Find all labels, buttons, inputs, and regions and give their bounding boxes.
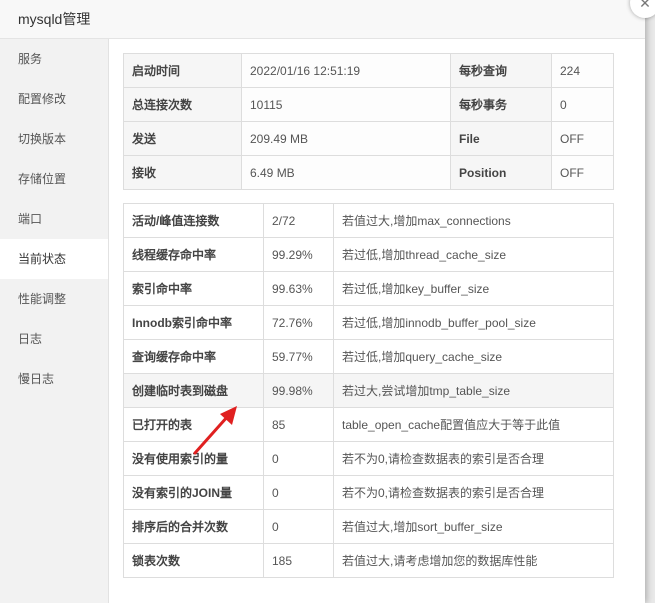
status-value: 99.29% — [263, 237, 334, 272]
status-value: 99.98% — [263, 373, 334, 408]
table-row: 查询缓存命中率 59.77% 若过低,增加query_cache_size — [123, 339, 614, 374]
status-tip: 若过低,增加innodb_buffer_pool_size — [333, 305, 614, 340]
sidebar-item-service[interactable]: 服务 — [0, 39, 108, 79]
summary-value: 224 — [551, 53, 614, 88]
status-value: 0 — [263, 441, 334, 476]
status-value: 0 — [263, 475, 334, 510]
sidebar-item-current-status[interactable]: 当前状态 — [0, 239, 108, 279]
status-name: 没有索引的JOIN量 — [123, 475, 264, 510]
table-row: 索引命中率 99.63% 若过低,增加key_buffer_size — [123, 271, 614, 306]
status-name: 排序后的合并次数 — [123, 509, 264, 544]
title-bar: mysqld管理 — [0, 0, 645, 39]
status-tip: 若不为0,请检查数据表的索引是否合理 — [333, 475, 614, 510]
mysqld-dialog: mysqld管理 服务 配置修改 切换版本 存储位置 端口 当前状态 性能调整 … — [0, 0, 645, 603]
sidebar-item-switch-version[interactable]: 切换版本 — [0, 119, 108, 159]
status-tip: table_open_cache配置值应大于等于此值 — [333, 407, 614, 442]
sidebar-item-storage-location[interactable]: 存储位置 — [0, 159, 108, 199]
status-tip: 若值过大,增加max_connections — [333, 203, 614, 238]
table-row-highlighted: 创建临时表到磁盘 99.98% 若过大,尝试增加tmp_table_size — [123, 373, 614, 408]
status-tip: 若值过大,请考虑增加您的数据库性能 — [333, 543, 614, 578]
summary-value: OFF — [551, 121, 614, 156]
table-row: 线程缓存命中率 99.29% 若过低,增加thread_cache_size — [123, 237, 614, 272]
summary-value: 2022/01/16 12:51:19 — [241, 53, 451, 88]
table-row: Innodb索引命中率 72.76% 若过低,增加innodb_buffer_p… — [123, 305, 614, 340]
summary-label: Position — [450, 155, 552, 190]
status-table: 活动/峰值连接数 2/72 若值过大,增加max_connections 线程缓… — [123, 203, 614, 578]
summary-value: 10115 — [241, 87, 451, 122]
summary-label: 总连接次数 — [123, 87, 242, 122]
sidebar: 服务 配置修改 切换版本 存储位置 端口 当前状态 性能调整 日志 慢日志 — [0, 39, 109, 603]
close-icon: ✕ — [639, 0, 651, 11]
summary-label: 接收 — [123, 155, 242, 190]
summary-label: File — [450, 121, 552, 156]
status-tip: 若过低,增加thread_cache_size — [333, 237, 614, 272]
sidebar-item-performance-tuning[interactable]: 性能调整 — [0, 279, 108, 319]
summary-label: 每秒查询 — [450, 53, 552, 88]
table-row: 锁表次数 185 若值过大,请考虑增加您的数据库性能 — [123, 543, 614, 578]
status-name: 创建临时表到磁盘 — [123, 373, 264, 408]
status-name: 索引命中率 — [123, 271, 264, 306]
dialog-title: mysqld管理 — [18, 11, 91, 27]
status-name: 线程缓存命中率 — [123, 237, 264, 272]
status-value: 2/72 — [263, 203, 334, 238]
table-row: 没有索引的JOIN量 0 若不为0,请检查数据表的索引是否合理 — [123, 475, 614, 510]
table-row: 接收 6.49 MB Position OFF — [123, 155, 614, 190]
table-row: 启动时间 2022/01/16 12:51:19 每秒查询 224 — [123, 53, 614, 88]
summary-label: 发送 — [123, 121, 242, 156]
table-row: 发送 209.49 MB File OFF — [123, 121, 614, 156]
table-row: 排序后的合并次数 0 若值过大,增加sort_buffer_size — [123, 509, 614, 544]
red-arrow-icon — [193, 406, 237, 455]
summary-value: 6.49 MB — [241, 155, 451, 190]
summary-label: 启动时间 — [123, 53, 242, 88]
status-value: 85 — [263, 407, 334, 442]
status-value: 0 — [263, 509, 334, 544]
background-page — [645, 0, 655, 603]
status-tip: 若值过大,增加sort_buffer_size — [333, 509, 614, 544]
summary-value: OFF — [551, 155, 614, 190]
status-tip: 若过低,增加key_buffer_size — [333, 271, 614, 306]
table-row: 总连接次数 10115 每秒事务 0 — [123, 87, 614, 122]
status-name: 锁表次数 — [123, 543, 264, 578]
status-value: 185 — [263, 543, 334, 578]
sidebar-item-slow-log[interactable]: 慢日志 — [0, 359, 108, 399]
sidebar-item-log[interactable]: 日志 — [0, 319, 108, 359]
sidebar-item-port[interactable]: 端口 — [0, 199, 108, 239]
status-value: 72.76% — [263, 305, 334, 340]
status-name: 活动/峰值连接数 — [123, 203, 264, 238]
sidebar-item-config-edit[interactable]: 配置修改 — [0, 79, 108, 119]
status-tip: 若过低,增加query_cache_size — [333, 339, 614, 374]
summary-value: 0 — [551, 87, 614, 122]
summary-table: 启动时间 2022/01/16 12:51:19 每秒查询 224 总连接次数 … — [123, 53, 614, 190]
summary-label: 每秒事务 — [450, 87, 552, 122]
status-content: 启动时间 2022/01/16 12:51:19 每秒查询 224 总连接次数 … — [123, 53, 614, 578]
status-value: 99.63% — [263, 271, 334, 306]
status-value: 59.77% — [263, 339, 334, 374]
summary-value: 209.49 MB — [241, 121, 451, 156]
status-name: Innodb索引命中率 — [123, 305, 264, 340]
status-tip: 若过大,尝试增加tmp_table_size — [333, 373, 614, 408]
status-tip: 若不为0,请检查数据表的索引是否合理 — [333, 441, 614, 476]
status-name: 查询缓存命中率 — [123, 339, 264, 374]
table-row: 活动/峰值连接数 2/72 若值过大,增加max_connections — [123, 203, 614, 238]
